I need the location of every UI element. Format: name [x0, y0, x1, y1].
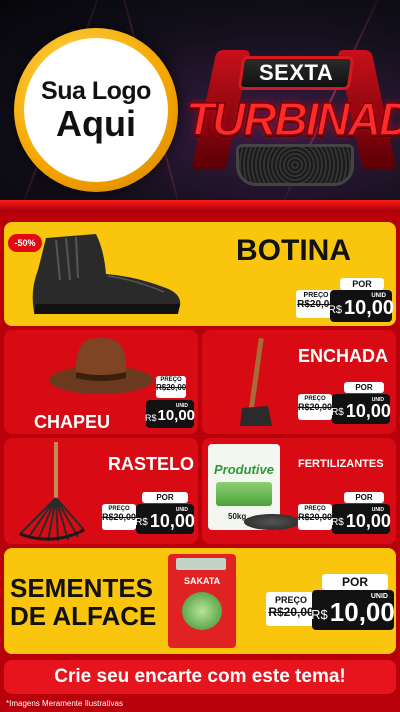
new-price: 10,00 — [149, 511, 195, 531]
currency-label: R$ — [327, 304, 342, 316]
por-label: POR — [142, 492, 188, 503]
currency-label: R$ — [331, 407, 344, 418]
old-price-tag: PREÇO R$20,00 — [266, 592, 316, 626]
product-title-line1: SEMENTES — [10, 573, 154, 603]
por-label: POR — [344, 382, 384, 393]
por-label: POR — [322, 574, 388, 590]
old-price-tag: PREÇO R$20,00 — [298, 504, 332, 530]
product-card-sementes[interactable]: SEMENTES DE ALFACE SAKATA POR PREÇO R$20… — [4, 548, 396, 654]
unit-label: UNID — [370, 593, 388, 600]
lettuce-image — [182, 592, 222, 630]
product-card-botina[interactable]: BOTINA POR PREÇO R$20,00 UNID R$ 10,00 — [4, 222, 396, 326]
unit-label: UNID — [371, 293, 386, 299]
bag-brand: Produtive — [214, 462, 274, 477]
product-title: FERTILIZANTES — [298, 458, 384, 470]
currency-label: R$ — [331, 517, 344, 528]
pack-brand: SAKATA — [184, 576, 221, 586]
boot-image — [32, 234, 181, 314]
speaker-grill-icon — [236, 144, 354, 186]
hat-image — [49, 338, 153, 394]
new-price-box: UNID R$ 10,00 — [135, 504, 195, 534]
bag-stripe — [216, 482, 272, 506]
preco-label: PREÇO — [274, 595, 307, 605]
new-price-box: UNID R$ 10,00 — [144, 400, 195, 428]
header-divider — [0, 200, 400, 212]
new-price-box: UNID R$ 10,00 — [327, 290, 395, 322]
cta-label: Crie seu encarte com este tema! — [54, 666, 346, 687]
product-title: CHAPEU — [34, 412, 111, 432]
sexta-label-box: SEXTA — [237, 56, 355, 90]
turbinada-label: TURBINADA — [185, 92, 400, 146]
cta-banner[interactable]: Crie seu encarte com este tema! — [4, 660, 396, 694]
seed-pack-image: SAKATA — [168, 554, 236, 648]
sexta-label: SEXTA — [258, 60, 334, 85]
old-price: R$20,00 — [298, 512, 333, 522]
hoe-image — [240, 338, 272, 426]
header-banner: Sua Logo Aqui SEXTA TURBINADA — [0, 0, 400, 212]
product-title: BOTINA — [236, 234, 351, 267]
pack-top — [176, 558, 226, 570]
logo-badge[interactable]: Sua Logo Aqui — [14, 28, 178, 192]
currency-label: R$ — [311, 607, 328, 622]
unit-label: UNID — [371, 397, 384, 403]
new-price: 10,00 — [345, 511, 391, 531]
product-title: ENCHADA — [298, 346, 388, 366]
unit-label: UNID — [175, 403, 188, 409]
fertilizer-pile-image — [244, 514, 300, 530]
unit-label: UNID — [371, 507, 384, 513]
product-card-rastelo[interactable]: RASTELO POR PREÇO R$20,00 UNID R$ 10,00 — [4, 438, 198, 544]
currency-label: R$ — [135, 517, 148, 528]
unit-label: UNID — [175, 507, 188, 513]
old-price: R$20,00 — [102, 512, 137, 522]
product-title: RASTELO — [108, 454, 195, 474]
product-title-line2: DE ALFACE — [10, 601, 157, 631]
rake-image — [19, 442, 85, 542]
new-price: 10,00 — [344, 297, 395, 319]
logo-text-line2: Aqui — [56, 103, 136, 144]
product-card-chapeu[interactable]: CHAPEU PREÇO R$20,00 UNID R$ 10,00 — [4, 330, 198, 434]
product-card-enchada[interactable]: ENCHADA POR PREÇO R$20,00 UNID R$ 10,00 — [202, 330, 396, 434]
product-card-fertilizantes[interactable]: Produtive 50kg FERTILIZANTES POR PREÇO R… — [202, 438, 396, 544]
discount-badge: -50% — [8, 234, 42, 252]
old-price-tag: PREÇO R$20,00 — [298, 394, 332, 420]
old-price-tag: PREÇO R$20,00 — [156, 376, 186, 398]
old-price: R$20,00 — [156, 383, 187, 392]
old-price-tag: PREÇO R$20,00 — [102, 504, 136, 530]
currency-label: R$ — [144, 413, 157, 423]
footnote: *Imagens Meramente Ilustrativas — [6, 699, 123, 708]
por-label: POR — [344, 492, 384, 503]
new-price-box: UNID R$ 10,00 — [331, 394, 391, 424]
sexta-turbinada-badge: SEXTA TURBINADA — [185, 36, 400, 192]
new-price-box: UNID R$ 10,00 — [331, 504, 391, 534]
old-price: R$20,00 — [298, 402, 333, 412]
new-price-box: UNID R$ 10,00 — [311, 590, 395, 630]
new-price: 10,00 — [345, 401, 391, 421]
logo-inner: Sua Logo Aqui — [24, 38, 168, 182]
logo-text-line1: Sua Logo — [41, 77, 151, 105]
por-label: POR — [340, 278, 384, 290]
old-price: R$20,00 — [268, 605, 314, 619]
